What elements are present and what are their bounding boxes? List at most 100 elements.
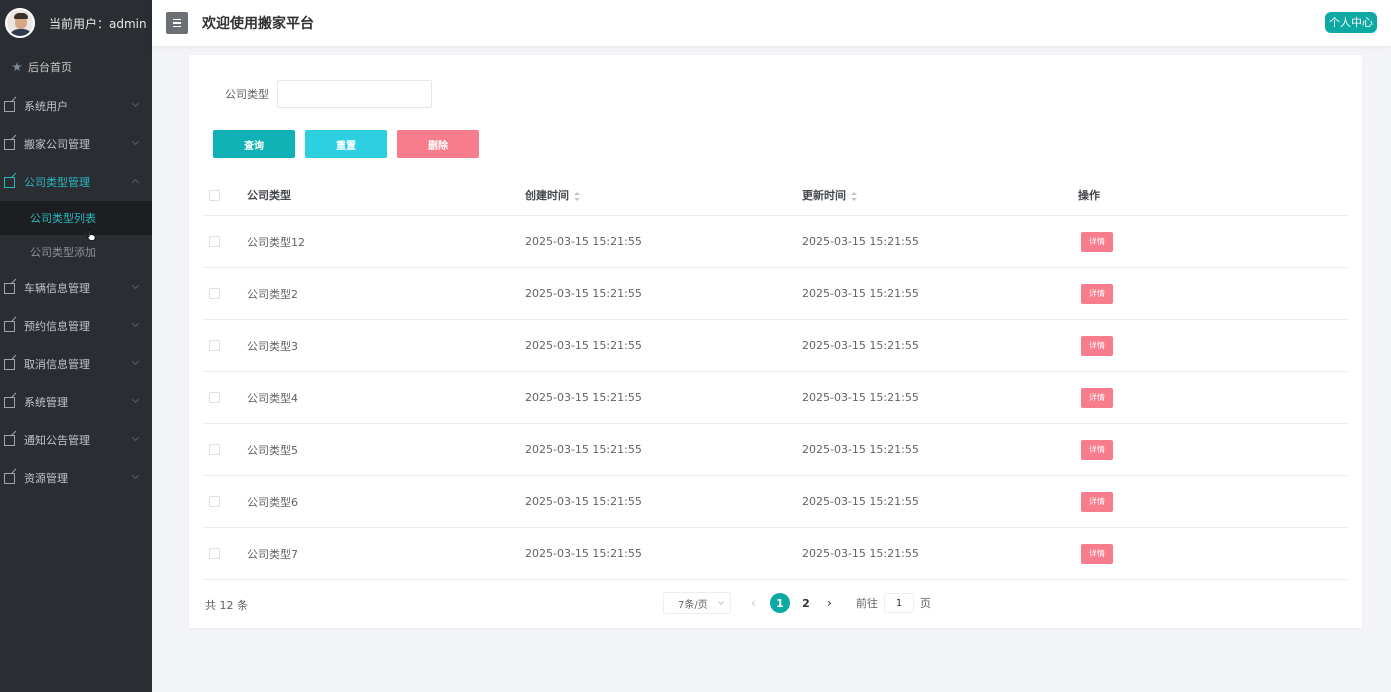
sort-icon[interactable] — [574, 191, 580, 201]
sidebar-item-label: 通知公告管理 — [24, 434, 90, 447]
detail-button[interactable]: 详情 — [1081, 439, 1113, 460]
goto-label: 前往 — [856, 597, 878, 610]
sidebar-item-company-type[interactable]: 公司类型管理 — [0, 163, 152, 201]
sidebar-item-home[interactable]: 后台首页 — [0, 47, 152, 87]
star-icon — [12, 62, 22, 72]
sidebar-item-cancel-info[interactable]: 取消信息管理 — [0, 345, 152, 383]
table-row: 公司类型4 2025-03-15 15:21:55 2025-03-15 15:… — [202, 372, 1348, 424]
chevron-down-icon — [131, 99, 140, 108]
sidebar-item-label: 公司类型管理 — [24, 176, 90, 189]
content-card: 公司类型 查询 重置 删除 公司类型 创建时间 更新时间 操作 公司类型12 2… — [189, 55, 1362, 628]
table-row: 公司类型12 2025-03-15 15:21:55 2025-03-15 15… — [202, 216, 1348, 268]
edit-icon — [4, 282, 15, 294]
sort-icon[interactable] — [851, 191, 857, 201]
row-checkbox[interactable] — [209, 340, 220, 351]
page-title: 欢迎使用搬家平台 — [202, 16, 314, 32]
sidebar-item-label: 车辆信息管理 — [24, 282, 90, 295]
hand-cursor-icon — [87, 229, 96, 241]
row-checkbox[interactable] — [209, 392, 220, 403]
page-number-1[interactable]: 1 — [770, 593, 790, 613]
column-header-created[interactable]: 创建时间 — [525, 187, 802, 203]
chevron-down-icon — [131, 471, 140, 480]
personal-center-button[interactable]: 个人中心 — [1325, 12, 1377, 33]
edit-icon — [4, 138, 15, 150]
sidebar-subitem-label: 公司类型添加 — [30, 246, 96, 259]
cell-created: 2025-03-15 15:21:55 — [525, 443, 642, 456]
search-button[interactable]: 查询 — [213, 130, 295, 158]
sidebar-item-system-users[interactable]: 系统用户 — [0, 87, 152, 125]
hamburger-icon — [173, 18, 181, 21]
cell-updated: 2025-03-15 15:21:55 — [802, 495, 919, 508]
chevron-down-icon — [131, 357, 140, 366]
pagination: 7条/页 ‹ 1 2 › 前往 1 页 — [663, 592, 931, 614]
company-type-filter-input[interactable] — [277, 80, 432, 108]
row-checkbox[interactable] — [209, 444, 220, 455]
total-count: 共 12 条 — [205, 599, 248, 612]
detail-button[interactable]: 详情 — [1081, 387, 1113, 408]
avatar — [5, 8, 35, 38]
cell-name: 公司类型3 — [247, 339, 298, 353]
sidebar-item-label: 资源管理 — [24, 472, 68, 485]
row-checkbox[interactable] — [209, 236, 220, 247]
table-row: 公司类型7 2025-03-15 15:21:55 2025-03-15 15:… — [202, 528, 1348, 580]
cell-name: 公司类型5 — [247, 443, 298, 457]
sidebar-subitem-company-type-list[interactable]: 公司类型列表 — [0, 201, 152, 235]
column-header-updated[interactable]: 更新时间 — [802, 187, 1078, 203]
detail-button[interactable]: 详情 — [1081, 543, 1113, 564]
page-size-select[interactable]: 7条/页 — [663, 592, 731, 614]
detail-button[interactable]: 详情 — [1081, 283, 1113, 304]
edit-icon — [4, 434, 15, 446]
page-number-2[interactable]: 2 — [795, 593, 817, 613]
cell-updated: 2025-03-15 15:21:55 — [802, 339, 919, 352]
sidebar-item-system-management[interactable]: 系统管理 — [0, 383, 152, 421]
table-row: 公司类型2 2025-03-15 15:21:55 2025-03-15 15:… — [202, 268, 1348, 320]
chevron-up-icon — [131, 178, 140, 187]
sidebar-item-label: 系统用户 — [24, 100, 68, 113]
company-type-filter-label: 公司类型 — [225, 88, 269, 101]
cell-updated: 2025-03-15 15:21:55 — [802, 547, 919, 560]
edit-icon — [4, 320, 15, 332]
goto-page-input[interactable]: 1 — [884, 593, 914, 613]
cell-name: 公司类型2 — [247, 287, 298, 301]
detail-button[interactable]: 详情 — [1081, 491, 1113, 512]
cell-created: 2025-03-15 15:21:55 — [525, 339, 642, 352]
row-checkbox[interactable] — [209, 496, 220, 507]
next-page-button[interactable]: › — [827, 596, 841, 610]
cell-updated: 2025-03-15 15:21:55 — [802, 235, 919, 248]
cell-name: 公司类型7 — [247, 547, 298, 561]
chevron-down-icon — [131, 433, 140, 442]
column-header-name: 公司类型 — [247, 189, 291, 202]
edit-icon — [4, 176, 15, 188]
cell-created: 2025-03-15 15:21:55 — [525, 235, 642, 248]
delete-button[interactable]: 删除 — [397, 130, 479, 158]
cell-updated: 2025-03-15 15:21:55 — [802, 287, 919, 300]
menu-toggle-button[interactable] — [166, 12, 188, 34]
sidebar-item-label: 系统管理 — [24, 396, 68, 409]
row-checkbox[interactable] — [209, 548, 220, 559]
cell-created: 2025-03-15 15:21:55 — [525, 287, 642, 300]
cell-name: 公司类型4 — [247, 391, 298, 405]
sidebar-item-notice[interactable]: 通知公告管理 — [0, 421, 152, 459]
edit-icon — [4, 396, 15, 408]
sidebar-item-vehicle-info[interactable]: 车辆信息管理 — [0, 269, 152, 307]
chevron-down-icon — [131, 319, 140, 328]
edit-icon — [4, 358, 15, 370]
sidebar-item-moving-company[interactable]: 搬家公司管理 — [0, 125, 152, 163]
sidebar-item-resources[interactable]: 资源管理 — [0, 459, 152, 497]
top-header: 欢迎使用搬家平台 个人中心 — [152, 0, 1391, 46]
user-panel: 当前用户：admin — [0, 0, 152, 46]
row-checkbox[interactable] — [209, 288, 220, 299]
detail-button[interactable]: 详情 — [1081, 335, 1113, 356]
table-row: 公司类型5 2025-03-15 15:21:55 2025-03-15 15:… — [202, 424, 1348, 476]
cell-name: 公司类型6 — [247, 495, 298, 509]
chevron-down-icon — [131, 137, 140, 146]
action-buttons: 查询 重置 删除 — [213, 130, 479, 158]
select-all-checkbox[interactable] — [209, 189, 220, 201]
prev-page-button[interactable]: ‹ — [751, 596, 765, 610]
reset-button[interactable]: 重置 — [305, 130, 387, 158]
detail-button[interactable]: 详情 — [1081, 231, 1113, 252]
sidebar-item-reservation-info[interactable]: 预约信息管理 — [0, 307, 152, 345]
cell-updated: 2025-03-15 15:21:55 — [802, 391, 919, 404]
sidebar-item-label: 取消信息管理 — [24, 358, 90, 371]
sidebar-subitem-company-type-add[interactable]: 公司类型添加 — [0, 235, 152, 269]
